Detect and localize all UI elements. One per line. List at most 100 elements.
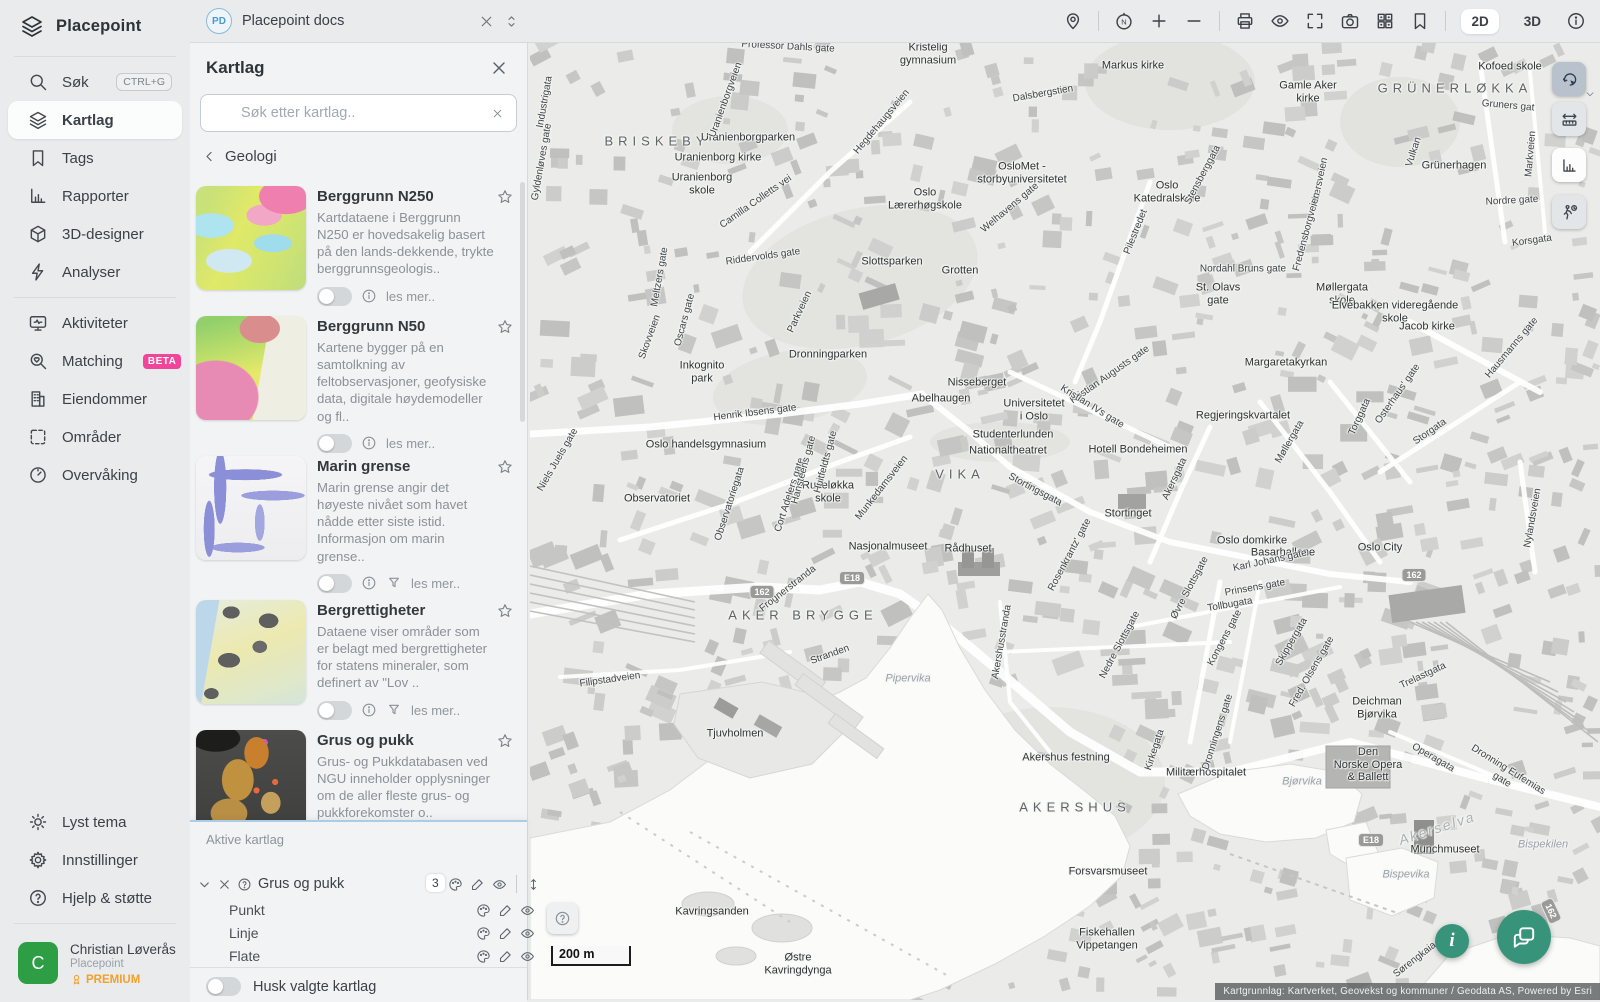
compass-icon[interactable]: N	[1114, 11, 1134, 31]
user-profile[interactable]: C Christian Løverås Placepoint PREMIUM	[0, 930, 190, 1000]
layer-help-icon[interactable]	[237, 877, 252, 892]
divider	[14, 923, 176, 924]
map-toolbar: N 2D 3D	[530, 0, 1600, 43]
info-circle-icon[interactable]	[361, 435, 377, 451]
remove-layer-icon[interactable]	[217, 877, 232, 892]
fullscreen-icon[interactable]	[1305, 11, 1325, 31]
tools-collapse-chevron-icon[interactable]	[1584, 88, 1596, 100]
layer-thumbnail[interactable]	[196, 730, 306, 820]
breadcrumb-geologi[interactable]: Geologi	[202, 148, 277, 165]
mode-3d-button[interactable]: 3D	[1514, 9, 1551, 34]
palette-icon[interactable]	[476, 903, 491, 918]
brush-icon[interactable]	[498, 926, 513, 941]
palette-icon[interactable]	[476, 926, 491, 941]
chevron-down-icon[interactable]	[197, 877, 212, 892]
active-sublayer-punkt[interactable]: Punkt	[190, 898, 527, 922]
eye-icon[interactable]	[520, 903, 535, 918]
active-sublayer-flate[interactable]: Flate	[190, 944, 527, 968]
palette-icon[interactable]	[448, 877, 463, 892]
sidebar-item-analyser[interactable]: Analyser	[8, 253, 182, 291]
clear-search-icon[interactable]	[491, 107, 504, 120]
close-panel-icon[interactable]	[489, 58, 509, 78]
map-help-button[interactable]	[547, 903, 578, 934]
sidebar-item-eiendommer[interactable]: Eiendommer	[8, 380, 182, 418]
chat-button[interactable]	[1497, 910, 1551, 964]
map-tool-measure[interactable]	[1552, 102, 1586, 136]
read-more-link[interactable]: les mer..	[411, 576, 460, 591]
sidebar: Placepoint SøkCTRL+G Kartlag Tags Rappor…	[0, 0, 190, 1000]
star-icon[interactable]	[496, 602, 514, 620]
info-circle-icon[interactable]	[361, 575, 377, 591]
brush-icon[interactable]	[498, 903, 513, 918]
read-more-link[interactable]: les mer..	[386, 289, 435, 304]
map-canvas[interactable]: BRISKEBYGRÜNERLØKKAVIKAAKER BRYGGEAKERSH…	[530, 42, 1600, 1000]
eye-icon[interactable]	[520, 926, 535, 941]
layer-thumbnail[interactable]	[196, 316, 306, 420]
camera-icon[interactable]	[1340, 11, 1360, 31]
sidebar-item-hjelp-st-tte[interactable]: Hjelp & støtte	[8, 879, 182, 917]
qr-icon[interactable]	[1375, 11, 1395, 31]
brush-icon[interactable]	[498, 949, 513, 964]
tab-badge: PD	[206, 8, 232, 34]
sidebar-item-rapporter[interactable]: Rapporter	[8, 177, 182, 215]
sidebar-item-kartlag[interactable]: Kartlag	[8, 101, 182, 139]
active-sublayer-linje[interactable]: Linje	[190, 921, 527, 945]
eye-icon[interactable]	[520, 949, 535, 964]
read-more-link[interactable]: les mer..	[411, 703, 460, 718]
sidebar-item-3d-designer[interactable]: 3D-designer	[8, 215, 182, 253]
map-tool-walk-clock[interactable]	[1552, 195, 1586, 229]
unfold-tab-icon[interactable]	[503, 13, 520, 30]
eye-icon[interactable]	[492, 877, 507, 892]
bookmark-icon[interactable]	[1410, 11, 1430, 31]
filter-funnel-icon[interactable]	[386, 702, 402, 718]
toolbar-divider	[1219, 11, 1220, 31]
layers-logo-icon	[20, 14, 44, 38]
tab-title[interactable]: Placepoint docs	[242, 13, 344, 29]
sidebar-item-aktiviteter[interactable]: Aktiviteter	[8, 304, 182, 342]
layer-search[interactable]	[200, 94, 517, 132]
sidebar-item-innstillinger[interactable]: Innstillinger	[8, 841, 182, 879]
plus-icon[interactable]	[1149, 11, 1169, 31]
filter-funnel-icon[interactable]	[386, 575, 402, 591]
sidebar-item-overv-king[interactable]: Overvåking	[8, 456, 182, 494]
brush-icon[interactable]	[470, 877, 485, 892]
sidebar-item-omr-der[interactable]: Områder	[8, 418, 182, 456]
sidebar-item-s-k[interactable]: SøkCTRL+G	[8, 63, 182, 101]
mode-2d-button[interactable]: 2D	[1461, 9, 1498, 34]
sidebar-item-lyst-tema[interactable]: Lyst tema	[8, 803, 182, 841]
layer-thumbnail[interactable]	[196, 600, 306, 704]
star-icon[interactable]	[496, 458, 514, 476]
remember-layers-toggle[interactable]	[206, 977, 241, 996]
info-button[interactable]: i	[1435, 924, 1469, 958]
layer-thumbnail[interactable]	[196, 456, 306, 560]
active-layer-group[interactable]: Grus og pukk 3	[190, 872, 534, 896]
locate-icon[interactable]	[1063, 11, 1083, 31]
sidebar-item-tags[interactable]: Tags	[8, 139, 182, 177]
star-icon[interactable]	[496, 318, 514, 336]
map-tool-orbit-cursor[interactable]	[1552, 62, 1586, 96]
close-tab-icon[interactable]	[478, 13, 495, 30]
gear-icon	[28, 850, 48, 870]
star-icon[interactable]	[496, 188, 514, 206]
layer-thumbnail[interactable]	[196, 186, 306, 290]
layer-toggle[interactable]	[317, 701, 352, 720]
info-circle-icon[interactable]	[361, 288, 377, 304]
panel-scrollbar[interactable]	[520, 182, 525, 422]
minus-icon[interactable]	[1184, 11, 1204, 31]
monitor-icon	[28, 313, 48, 333]
search-input[interactable]	[239, 104, 482, 122]
sort-arrows-icon[interactable]	[526, 877, 541, 892]
layer-toggle[interactable]	[317, 434, 352, 453]
star-icon[interactable]	[496, 732, 514, 750]
sidebar-item-matching[interactable]: MatchingBETA	[8, 342, 182, 380]
read-more-link[interactable]: les mer..	[386, 436, 435, 451]
info-circle-icon[interactable]	[1566, 11, 1586, 31]
info-circle-icon[interactable]	[361, 702, 377, 718]
layer-toggle[interactable]	[317, 287, 352, 306]
avatar[interactable]: C	[18, 942, 58, 984]
palette-icon[interactable]	[476, 949, 491, 964]
layer-toggle[interactable]	[317, 574, 352, 593]
printer-icon[interactable]	[1235, 11, 1255, 31]
map-tool-chart-sm[interactable]	[1552, 148, 1586, 182]
eye-icon[interactable]	[1270, 11, 1290, 31]
